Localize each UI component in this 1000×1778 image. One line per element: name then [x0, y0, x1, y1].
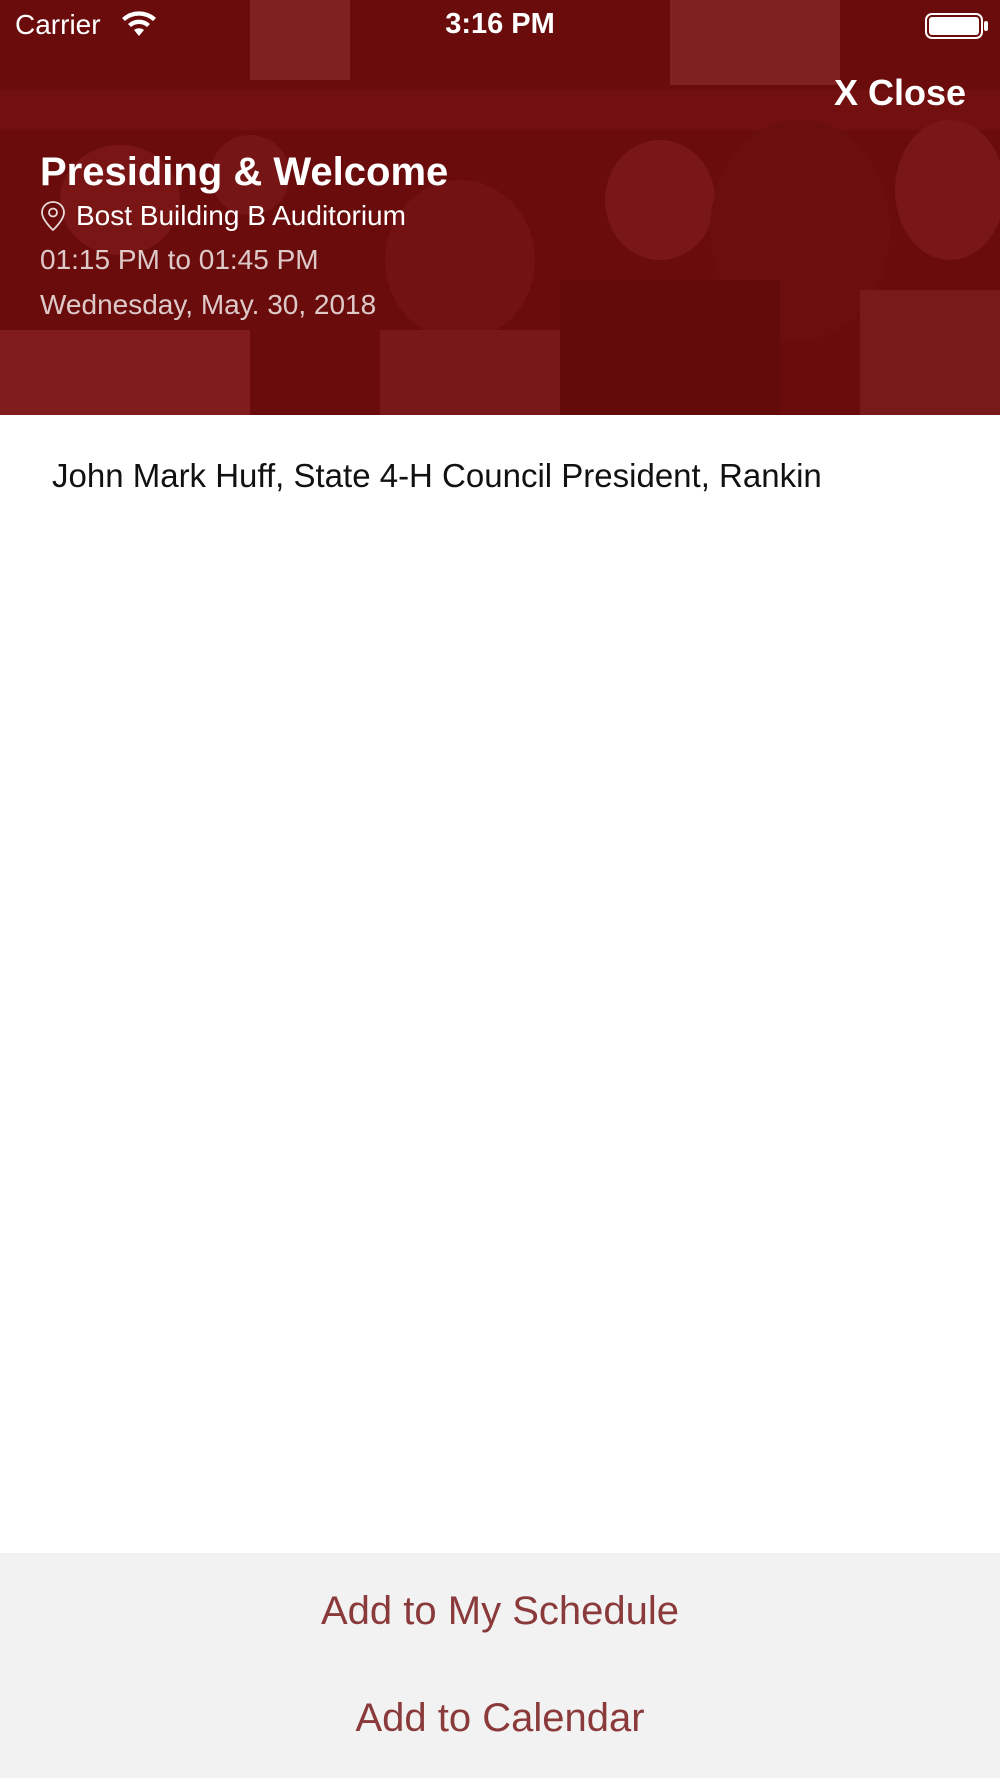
event-location: Bost Building B Auditorium — [40, 200, 406, 232]
map-pin-icon — [41, 201, 65, 232]
action-panel: Add to My Schedule Add to Calendar — [0, 1553, 1000, 1778]
event-header: Carrier 3:16 PM X Close Presiding & Welc… — [0, 0, 1000, 415]
status-time: 3:16 PM — [445, 8, 555, 40]
event-location-label: Bost Building B Auditorium — [76, 200, 406, 231]
close-button[interactable]: X Close — [834, 72, 966, 114]
battery-icon — [925, 13, 988, 39]
event-time-range: 01:15 PM to 01:45 PM — [40, 244, 319, 275]
add-to-schedule-button[interactable]: Add to My Schedule — [0, 1561, 1000, 1661]
add-to-calendar-button[interactable]: Add to Calendar — [0, 1668, 1000, 1768]
event-title: Presiding & Welcome — [40, 150, 449, 194]
event-detail-screen: Carrier 3:16 PM X Close Presiding & Welc… — [0, 0, 1000, 1778]
event-description: John Mark Huff, State 4-H Council Presid… — [52, 457, 822, 494]
event-date: Wednesday, May. 30, 2018 — [40, 289, 377, 320]
status-bar: Carrier 3:16 PM — [0, 0, 1000, 50]
